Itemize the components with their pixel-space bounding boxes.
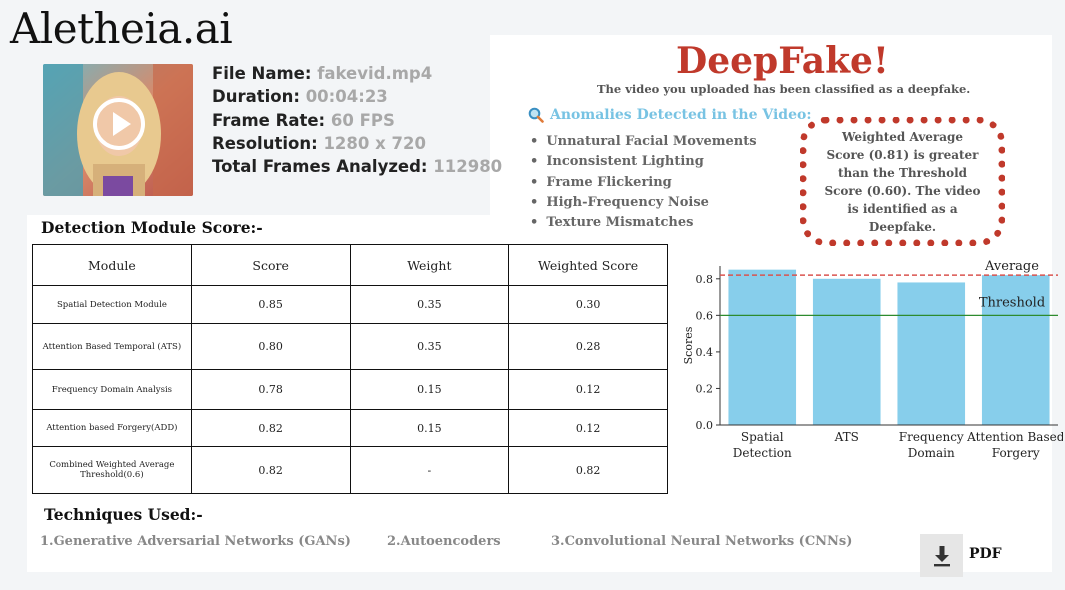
app-logo: Aletheia.ai xyxy=(10,4,233,53)
video-metadata: File Name: fakevid.mp4 Duration: 00:04:2… xyxy=(212,62,502,178)
meta-value: 60 FPS xyxy=(330,110,395,130)
score-summary-box: Weighted Average Score (0.81) is greater… xyxy=(800,117,1005,246)
meta-label: Total Frames Analyzed: xyxy=(212,157,428,177)
column-header: Module xyxy=(32,244,192,286)
score-summary-text: Weighted Average Score (0.81) is greater… xyxy=(824,129,981,234)
table-cell: Spatial Detection Module xyxy=(32,285,192,324)
table-cell: 0.30 xyxy=(508,285,668,324)
table-cell: 0.35 xyxy=(349,323,510,370)
meta-value: 1280 x 720 xyxy=(323,133,426,153)
meta-resolution: Resolution: 1280 x 720 xyxy=(212,132,502,155)
y-tick-label: 0.4 xyxy=(696,346,714,359)
meta-value: fakevid.mp4 xyxy=(317,64,433,83)
x-tick-label: Spatial xyxy=(741,430,784,444)
anomalies-heading: Anomalies Detected in the Video: xyxy=(528,107,811,123)
technique-item: 3.Convolutional Neural Networks (CNNs) xyxy=(551,534,853,549)
meta-value: 112980 xyxy=(433,157,503,177)
verdict-title: DeepFake! xyxy=(676,40,889,82)
meta-label: Duration: xyxy=(212,87,300,107)
table-cell: 0.15 xyxy=(349,369,510,410)
chart-bar xyxy=(728,269,797,425)
techniques-title: Techniques Used:- xyxy=(44,505,203,524)
technique-item: 1.Generative Adversarial Networks (GANs) xyxy=(40,534,351,549)
threshold-label: Threshold xyxy=(979,295,1045,310)
table-row: Spatial Detection Module 0.85 0.35 0.30 xyxy=(32,285,668,324)
anomalies-title: Anomalies Detected in the Video: xyxy=(550,107,812,123)
meta-value: 00:04:23 xyxy=(305,87,388,107)
table-row: Frequency Domain Analysis 0.78 0.15 0.12 xyxy=(32,369,668,410)
table-cell: 0.35 xyxy=(349,285,510,324)
table-cell: 0.28 xyxy=(508,323,668,370)
chart-bar xyxy=(897,282,966,425)
table-cell: 0.12 xyxy=(508,409,668,447)
column-header: Weight xyxy=(349,244,510,286)
download-pdf-button[interactable] xyxy=(920,534,963,577)
meta-label: Resolution: xyxy=(212,133,318,153)
table-cell: 0.80 xyxy=(190,323,351,370)
table-cell: Frequency Domain Analysis xyxy=(32,369,192,410)
y-tick-label: 0.0 xyxy=(696,419,714,432)
table-cell: 0.82 xyxy=(190,409,351,447)
table-cell: Attention Based Temporal (ATS) xyxy=(32,323,192,370)
table-cell: Combined Weighted Average Threshold(0.6) xyxy=(32,446,192,494)
meta-duration: Duration: 00:04:23 xyxy=(212,85,502,108)
scores-title: Detection Module Score:- xyxy=(41,218,263,237)
table-cell: 0.78 xyxy=(190,369,351,410)
x-tick-label: Detection xyxy=(733,446,792,460)
meta-label: Frame Rate: xyxy=(212,110,326,130)
table-cell: 0.85 xyxy=(190,285,351,324)
table-cell: Attention based Forgery(ADD) xyxy=(32,409,192,447)
anomaly-item: Inconsistent Lighting xyxy=(530,152,757,172)
chart-bar xyxy=(812,278,881,425)
anomaly-item: Texture Mismatches xyxy=(530,213,757,233)
meta-frame-rate: Frame Rate: 60 FPS xyxy=(212,109,502,132)
table-cell: 0.12 xyxy=(508,369,668,410)
meta-file-name: File Name: fakevid.mp4 xyxy=(212,62,502,85)
anomaly-item: Unnatural Facial Movements xyxy=(530,132,756,152)
column-header: Score xyxy=(190,244,351,286)
y-tick-label: 0.6 xyxy=(696,309,714,322)
table-row: Attention Based Temporal (ATS) 0.80 0.35… xyxy=(32,323,668,370)
anomalies-list: Unnatural Facial Movements Inconsistent … xyxy=(530,132,757,233)
anomaly-item: High-Frequency Noise xyxy=(530,193,757,213)
video-thumbnail[interactable] xyxy=(43,64,193,196)
verdict-subtitle: The video you uploaded has been classifi… xyxy=(597,82,971,96)
download-icon xyxy=(933,545,950,566)
table-cell: 0.82 xyxy=(508,446,668,494)
play-icon[interactable] xyxy=(93,98,145,150)
x-tick-label: Forgery xyxy=(992,446,1040,460)
x-tick-label: ATS xyxy=(834,430,859,444)
x-tick-label: Domain xyxy=(908,446,955,460)
y-tick-label: 0.2 xyxy=(696,382,714,395)
average-label: Average xyxy=(984,259,1039,274)
technique-item: 2.Autoencoders xyxy=(387,534,501,549)
meta-total-frames: Total Frames Analyzed: 112980 xyxy=(212,155,502,178)
scores-bar-chart: Spatial Detection ATS Frequency Domain Attent… xyxy=(682,259,1063,460)
download-pdf-label[interactable]: PDF xyxy=(969,546,1002,562)
y-tick-label: 0.8 xyxy=(696,273,714,286)
table-cell: - xyxy=(349,446,510,494)
x-tick-label: Frequency xyxy=(899,430,964,444)
table-header-row: Module Score Weight Weighted Score xyxy=(32,244,668,286)
anomaly-item: Frame Flickering xyxy=(530,173,757,193)
magnifier-icon xyxy=(528,107,544,123)
column-header: Weighted Score xyxy=(508,244,668,286)
table-row: Combined Weighted Average Threshold(0.6)… xyxy=(32,446,668,494)
x-tick-label: Attention Based xyxy=(966,430,1063,444)
y-axis-label: Scores xyxy=(682,326,695,364)
table-cell: 0.15 xyxy=(349,409,510,447)
table-cell: 0.82 xyxy=(190,446,351,494)
meta-label: File Name: xyxy=(212,64,312,83)
table-row: Attention based Forgery(ADD) 0.82 0.15 0… xyxy=(32,409,668,447)
scores-table: Module Score Weight Weighted Score Spati… xyxy=(32,244,668,494)
